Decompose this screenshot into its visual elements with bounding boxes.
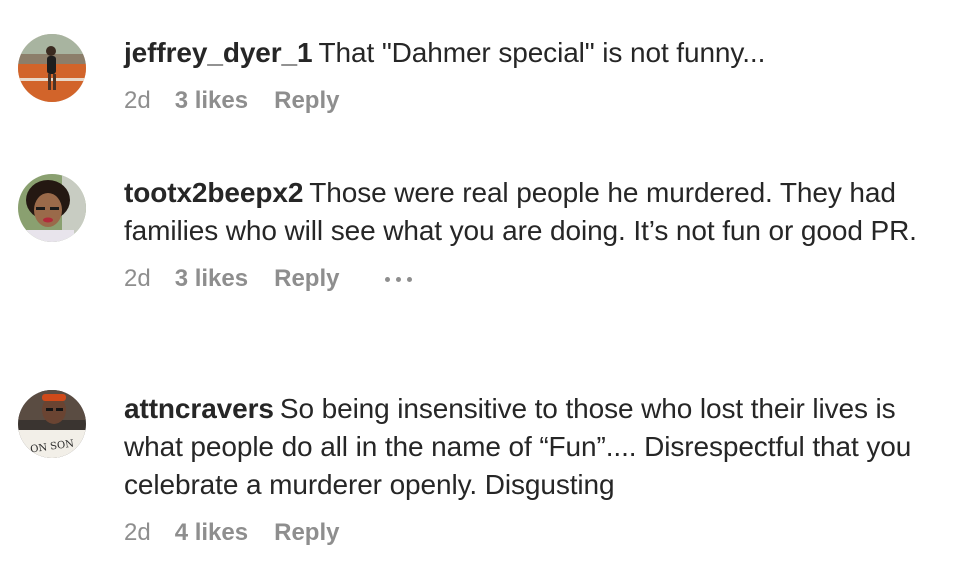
comment-body: That "Dahmer special" is not funny...: [318, 37, 766, 68]
comment-text: jeffrey_dyer_1 That "Dahmer special" is n…: [124, 34, 954, 72]
comment-username[interactable]: attncravers: [124, 393, 274, 424]
comment-meta: 2d 4 likes Reply: [124, 518, 954, 548]
woman-portrait-avatar: [18, 174, 86, 242]
comment-meta: 2d 3 likes Reply: [124, 264, 954, 294]
comment-meta: 2d 3 likes Reply: [124, 86, 954, 116]
comment-likes[interactable]: 3 likes: [175, 264, 248, 294]
avatar[interactable]: [18, 174, 86, 242]
more-dot: [385, 276, 391, 282]
reply-button[interactable]: Reply: [274, 518, 339, 548]
man-with-sign-avatar: ON SON: [18, 390, 86, 458]
comment-likes[interactable]: 3 likes: [175, 86, 248, 116]
reply-button[interactable]: Reply: [274, 86, 339, 116]
comment-username[interactable]: jeffrey_dyer_1: [124, 37, 313, 68]
reply-button[interactable]: Reply: [274, 264, 339, 294]
more-options-icon[interactable]: [385, 264, 413, 294]
comment-text: tootx2beepx2 Those were real people he mu…: [124, 174, 954, 250]
runner-photo-avatar: [18, 34, 86, 102]
comment-time[interactable]: 2d: [124, 264, 151, 294]
comment-time[interactable]: 2d: [124, 518, 151, 548]
more-dot: [407, 276, 413, 282]
comment-time[interactable]: 2d: [124, 86, 151, 116]
comment-text: attncravers So being insensitive to those…: [124, 390, 954, 504]
more-dot: [396, 276, 402, 282]
avatar[interactable]: ON SON: [18, 390, 86, 458]
avatar[interactable]: [18, 34, 86, 102]
comment-likes[interactable]: 4 likes: [175, 518, 248, 548]
comment-username[interactable]: tootx2beepx2: [124, 177, 303, 208]
